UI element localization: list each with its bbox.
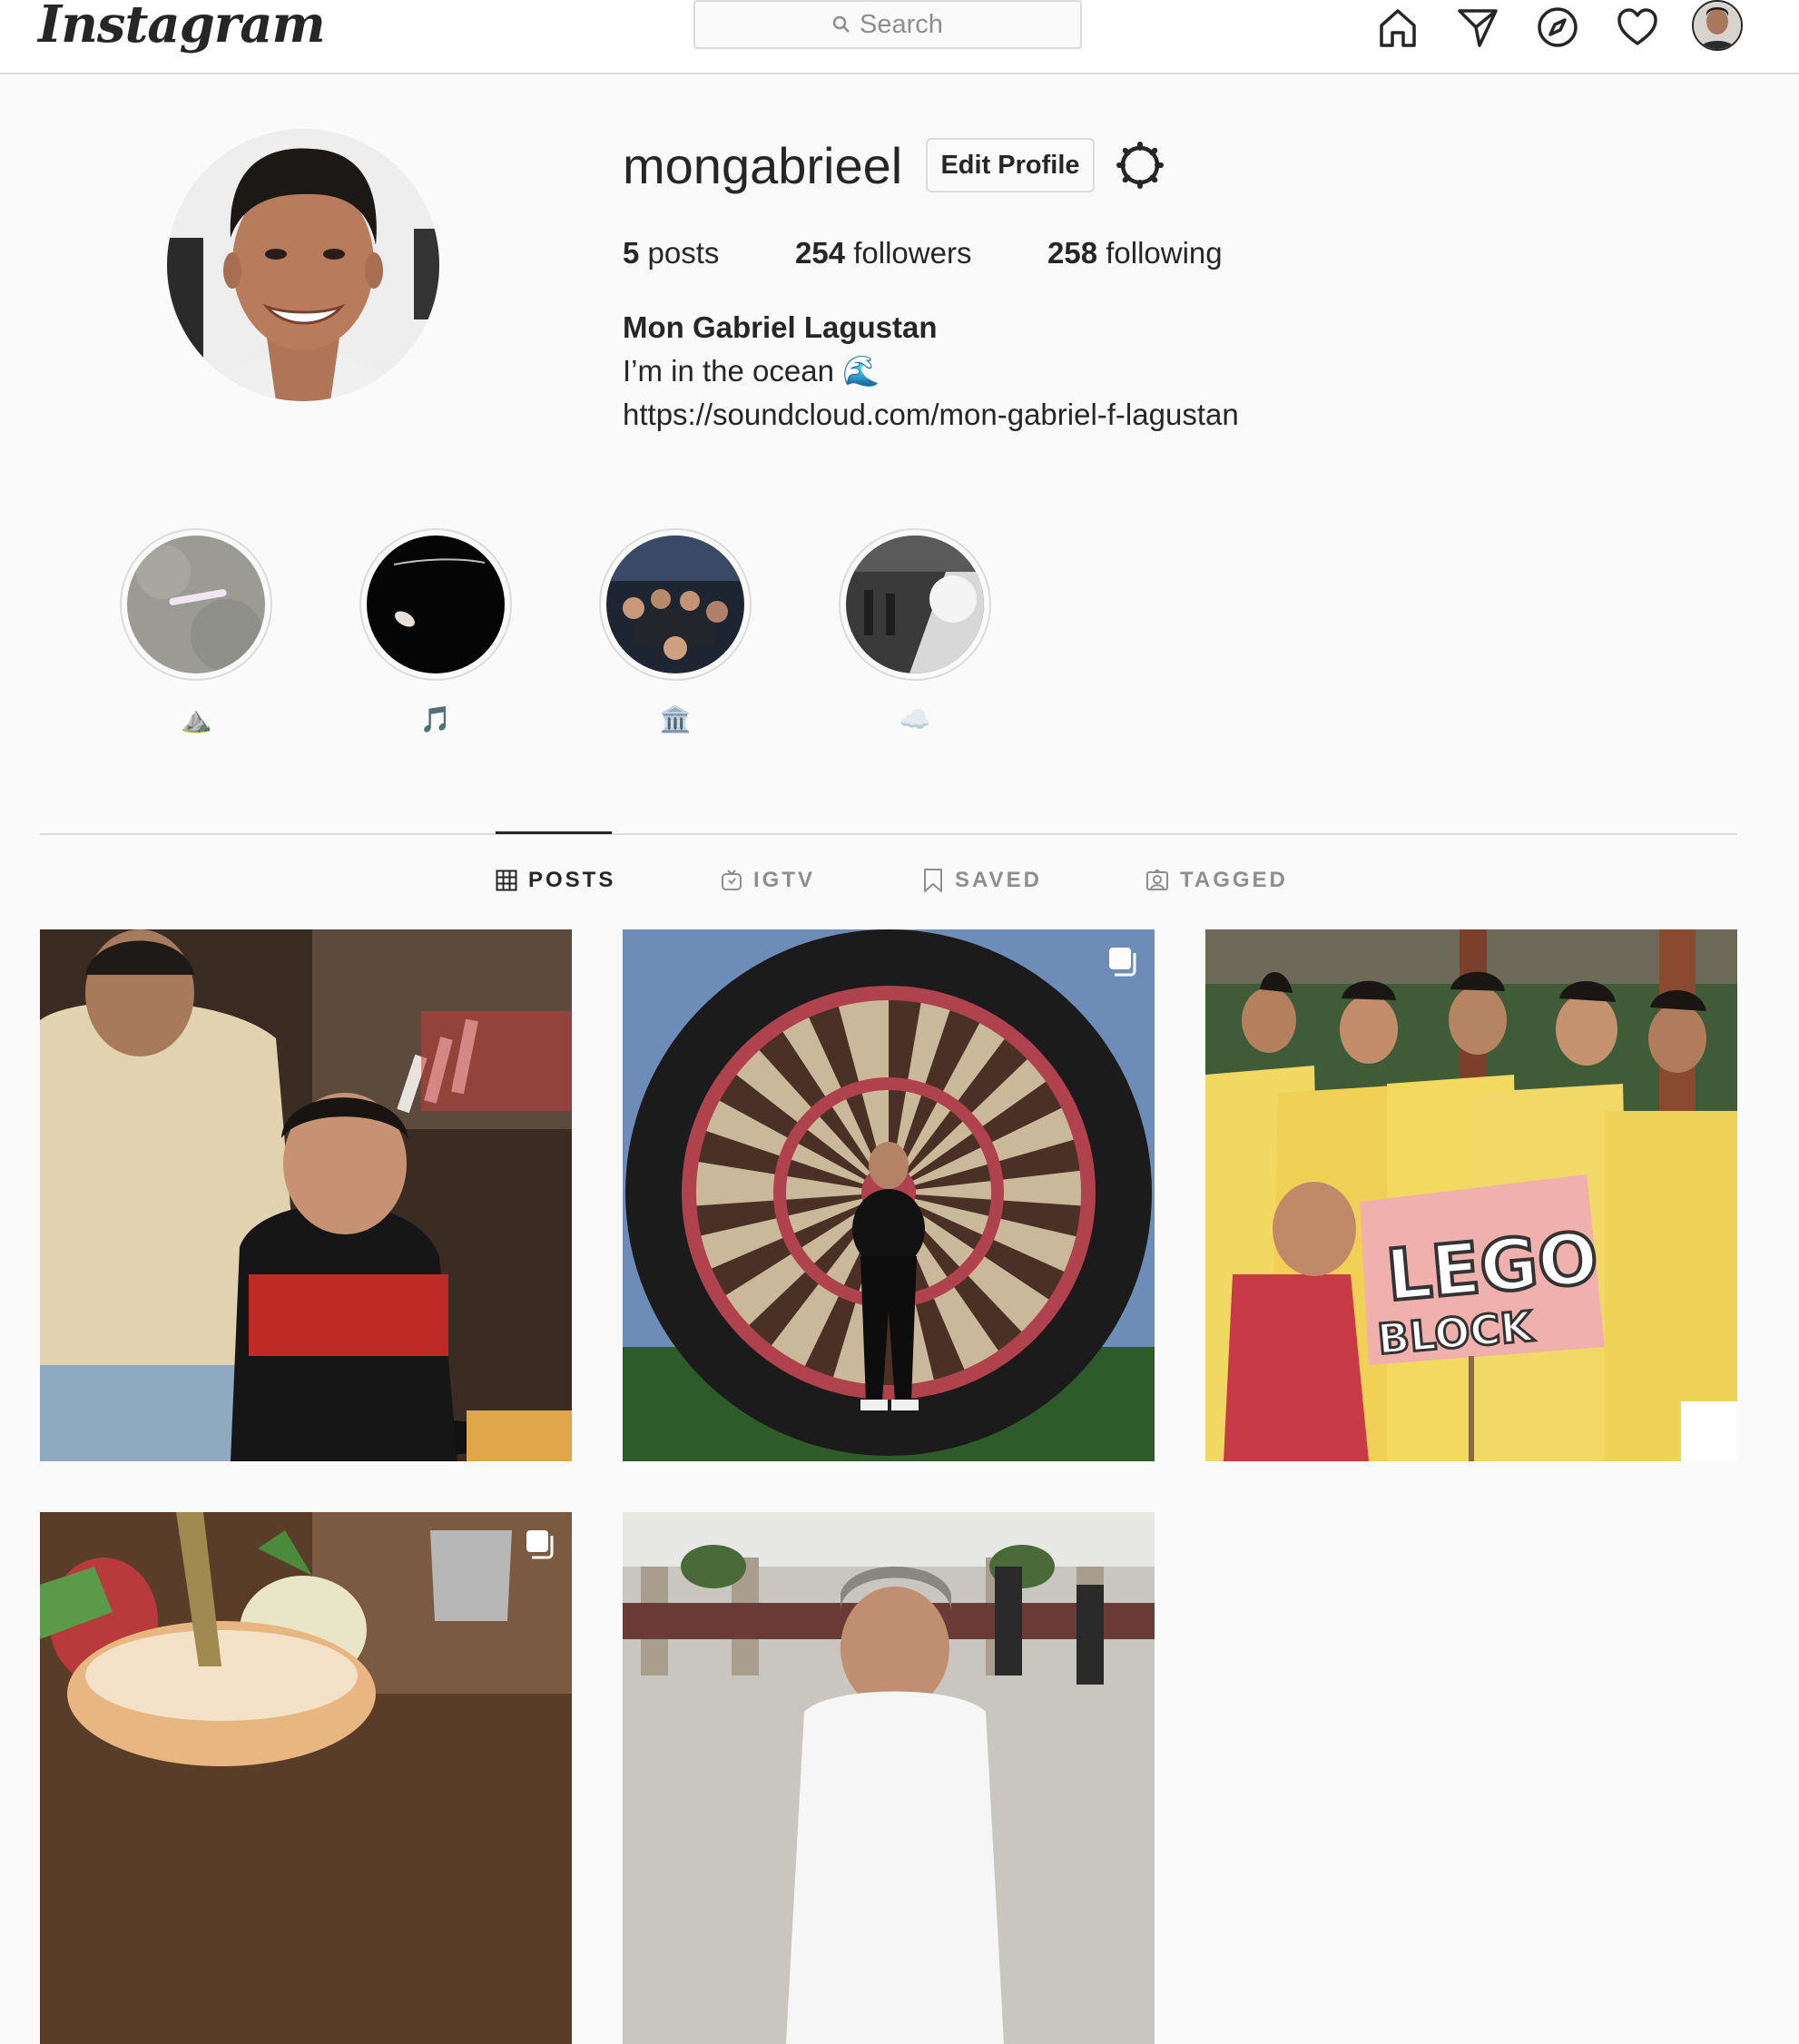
tab-label: TAGGED — [1180, 868, 1288, 892]
posts-count: 5 posts — [623, 236, 719, 270]
profile-picture[interactable] — [167, 129, 439, 401]
highlight-cover — [606, 536, 744, 673]
profile-username: mongabrieel — [623, 137, 903, 194]
tab-posts[interactable]: POSTS — [496, 868, 615, 893]
edit-profile-button[interactable]: Edit Profile — [926, 138, 1095, 192]
highlight-4[interactable]: ☁️ — [839, 528, 991, 735]
gear-icon — [1116, 142, 1164, 189]
highlight-label: ☁️ — [899, 705, 931, 733]
post-thumbnail[interactable]: LEGO BLOCK — [1205, 929, 1737, 1461]
tab-tagged[interactable]: TAGGED — [1145, 868, 1288, 893]
posts-label: posts — [639, 236, 720, 270]
highlight-ring — [120, 528, 272, 681]
highlight-cover — [127, 536, 265, 673]
instagram-logo[interactable]: Instagram — [38, 0, 326, 54]
tab-label: POSTS — [528, 868, 616, 892]
profile-avatar-button[interactable] — [1692, 0, 1743, 51]
direct-icon — [1458, 9, 1498, 47]
followers-label: followers — [845, 236, 972, 270]
post-thumbnail[interactable] — [623, 929, 1155, 1461]
heart-icon — [1617, 8, 1657, 45]
avatar-icon — [1694, 2, 1741, 49]
tagged-icon — [1146, 870, 1168, 890]
settings-button[interactable] — [1115, 140, 1165, 191]
highlight-label: 🏛️ — [659, 705, 692, 733]
highlight-cover — [846, 536, 984, 673]
highlight-3[interactable]: 🏛️ — [599, 528, 752, 735]
following-label: following — [1097, 236, 1223, 270]
post-image — [40, 929, 572, 1461]
following-link[interactable]: 258 following — [1047, 236, 1223, 270]
followers-number: 254 — [795, 236, 846, 270]
highlight-ring — [359, 528, 512, 681]
highlight-1[interactable]: ⛰️ — [120, 528, 272, 735]
highlight-label: 🎵 — [419, 705, 452, 733]
top-nav: Instagram Search — [0, 0, 1799, 74]
post-image — [40, 1512, 572, 2044]
tab-label: IGTV — [753, 868, 816, 892]
profile-website-link[interactable]: https://soundcloud.com/mon-gabriel-f-lag… — [623, 398, 1239, 432]
explore-icon — [1538, 7, 1578, 47]
post-image — [623, 929, 1155, 1461]
post-thumbnail[interactable] — [623, 1512, 1155, 2044]
post-image: LEGO BLOCK — [1205, 929, 1737, 1461]
post-thumbnail[interactable] — [40, 929, 572, 1461]
following-number: 258 — [1047, 236, 1098, 270]
highlight-2[interactable]: 🎵 — [359, 528, 512, 735]
highlight-cover — [367, 536, 505, 673]
profile-photo — [167, 129, 439, 401]
profile-full-name: Mon Gabriel Lagustan — [623, 310, 938, 344]
explore-button[interactable] — [1532, 2, 1583, 53]
active-tab-indicator — [496, 831, 612, 834]
search-input[interactable]: Search — [693, 0, 1082, 49]
highlight-ring — [839, 528, 991, 681]
post-image — [623, 1512, 1155, 2044]
highlight-label: ⛰️ — [180, 705, 212, 733]
highlight-ring — [599, 528, 752, 681]
tab-saved[interactable]: SAVED — [922, 868, 1042, 893]
search-icon — [832, 15, 850, 33]
carousel-icon — [1109, 948, 1136, 977]
tabs-divider — [40, 833, 1737, 835]
tab-igtv[interactable]: IGTV — [721, 868, 815, 893]
activity-button[interactable] — [1612, 2, 1663, 53]
bookmark-icon — [924, 869, 942, 892]
profile-bio: I’m in the ocean 🌊 — [623, 354, 880, 388]
posts-number: 5 — [623, 236, 640, 270]
home-button[interactable] — [1372, 2, 1423, 53]
carousel-icon — [526, 1530, 554, 1559]
search-placeholder: Search — [860, 9, 943, 39]
home-icon — [1380, 9, 1416, 47]
post-thumbnail[interactable] — [40, 1512, 572, 2044]
followers-link[interactable]: 254 followers — [795, 236, 971, 270]
tab-label: SAVED — [955, 868, 1042, 892]
igtv-icon — [722, 870, 742, 890]
direct-button[interactable] — [1452, 2, 1503, 53]
grid-icon — [496, 870, 517, 891]
